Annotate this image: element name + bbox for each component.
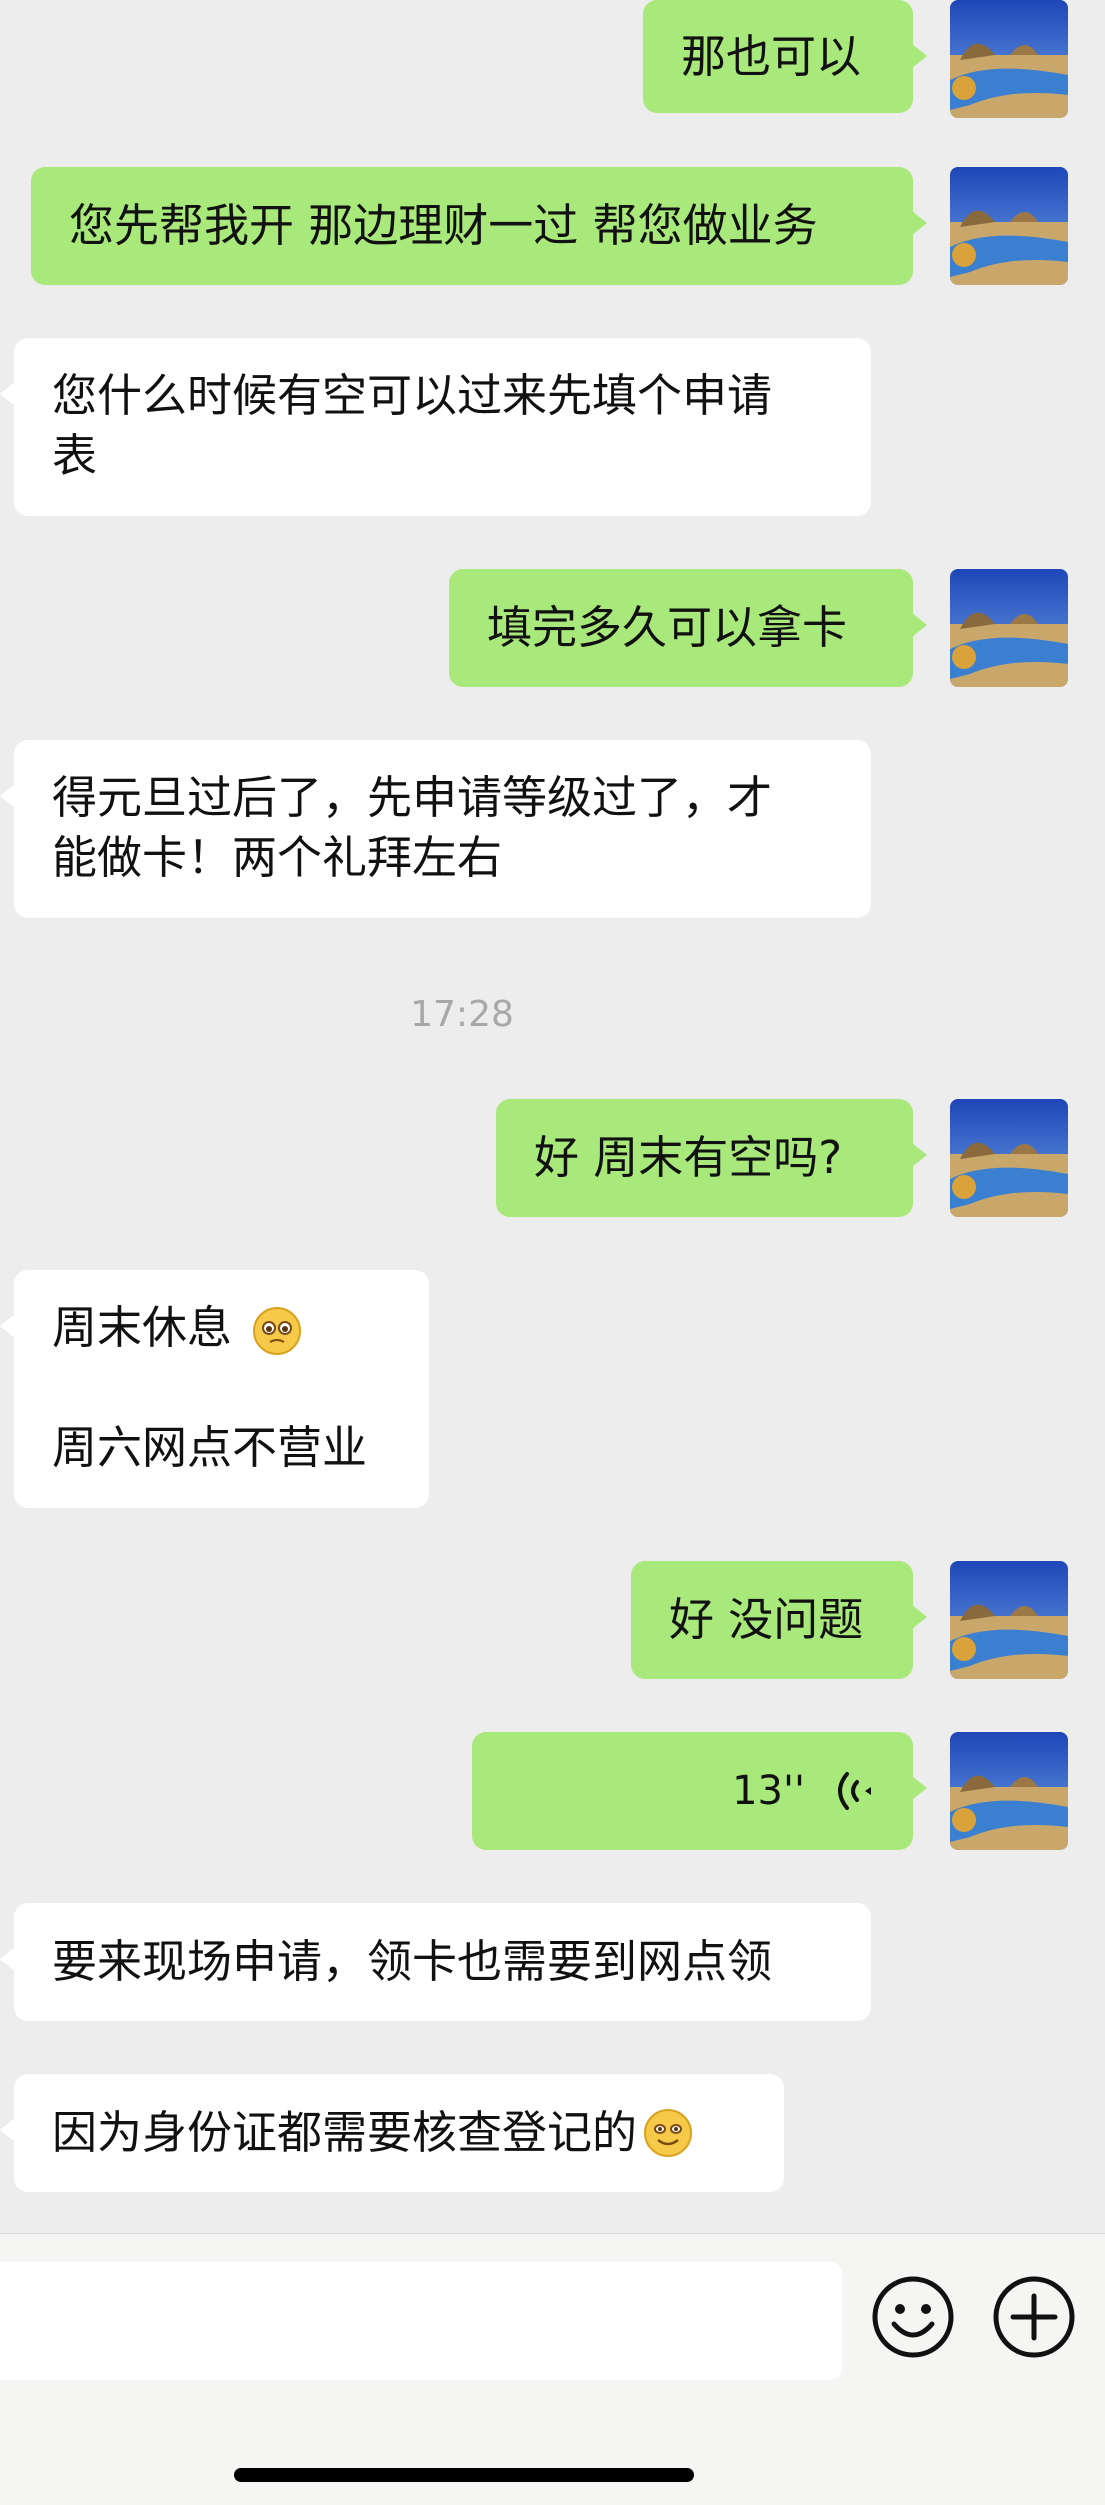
message-text: 周末休息 xyxy=(52,1301,233,1354)
message-text-line: 得元旦过后了，先申请等级过了，才 xyxy=(52,771,773,824)
message-text-line: 周六网点不营业 xyxy=(52,1421,368,1474)
avatar[interactable] xyxy=(950,1561,1068,1679)
message-text-line: 能做卡！两个礼拜左右 xyxy=(52,831,503,884)
beach-landscape-avatar xyxy=(950,0,1068,118)
avatar[interactable] xyxy=(950,0,1068,118)
message-bubble-outgoing[interactable]: 您先帮我开 那边理财一过 帮您做业务 xyxy=(31,167,927,285)
voice-wave-icon xyxy=(838,1772,871,1810)
home-indicator[interactable] xyxy=(234,2468,694,2482)
message-text: 好 周末有空吗? xyxy=(534,1131,843,1184)
message-bubble-incoming[interactable]: 得元旦过后了，先申请等级过了，才 能做卡！两个礼拜左右 xyxy=(0,740,871,918)
message-input[interactable] xyxy=(0,2262,842,2380)
avatar[interactable] xyxy=(950,167,1068,285)
message-bubble-outgoing[interactable]: 填完多久可以拿卡 xyxy=(449,569,927,687)
smiling-face-emoji xyxy=(644,2109,693,2157)
beach-landscape-avatar xyxy=(950,167,1068,285)
message-text: 因为身份证都需要核查登记的 xyxy=(52,2106,638,2159)
message-bubble-incoming[interactable]: 周末休息 周六网点不营业 xyxy=(0,1270,429,1508)
message-text: 要来现场申请，领卡也需要到网点领 xyxy=(52,1935,773,1988)
message-bubble-outgoing[interactable]: 好 周末有空吗? xyxy=(496,1099,927,1217)
message-bubble-outgoing[interactable]: 好 没问题 xyxy=(631,1561,927,1679)
message-bubble-incoming[interactable]: 您什么时候有空可以过来先填个申请 表 xyxy=(0,338,871,516)
message-text: 那也可以 xyxy=(681,29,862,83)
emoji-icon[interactable] xyxy=(870,2274,956,2360)
avatar[interactable] xyxy=(950,569,1068,687)
beach-landscape-avatar xyxy=(950,1099,1068,1217)
pleading-face-emoji xyxy=(253,1307,302,1355)
message-text: 好 没问题 xyxy=(669,1593,864,1646)
message-bubble-incoming[interactable]: 要来现场申请，领卡也需要到网点领 xyxy=(0,1903,871,2021)
avatar[interactable] xyxy=(950,1099,1068,1217)
message-composer xyxy=(0,2233,1105,2505)
chat-area: 那也可以 您先帮我开 那边理财一过 帮您做业务 您什么时候有空可以过来先填个申请… xyxy=(0,0,1105,2233)
message-timestamp: 17:28 xyxy=(410,994,514,1035)
message-text-line: 表 xyxy=(52,429,98,482)
voice-duration: 13'' xyxy=(732,1768,805,1814)
message-text: 您先帮我开 那边理财一过 帮您做业务 xyxy=(69,199,818,252)
message-text-line: 周末休息 xyxy=(52,1298,391,1358)
plus-icon[interactable] xyxy=(991,2274,1077,2360)
message-bubble-incoming[interactable]: 因为身份证都需要核查登记的 xyxy=(0,2074,784,2192)
beach-landscape-avatar xyxy=(950,1561,1068,1679)
voice-message-bubble[interactable]: 13'' xyxy=(472,1732,927,1850)
avatar[interactable] xyxy=(950,1732,1068,1850)
message-bubble-outgoing[interactable]: 那也可以 xyxy=(643,0,927,113)
beach-landscape-avatar xyxy=(950,569,1068,687)
message-text-line: 您什么时候有空可以过来先填个申请 xyxy=(52,369,773,422)
message-text: 填完多久可以拿卡 xyxy=(487,601,848,654)
beach-landscape-avatar xyxy=(950,1732,1068,1850)
